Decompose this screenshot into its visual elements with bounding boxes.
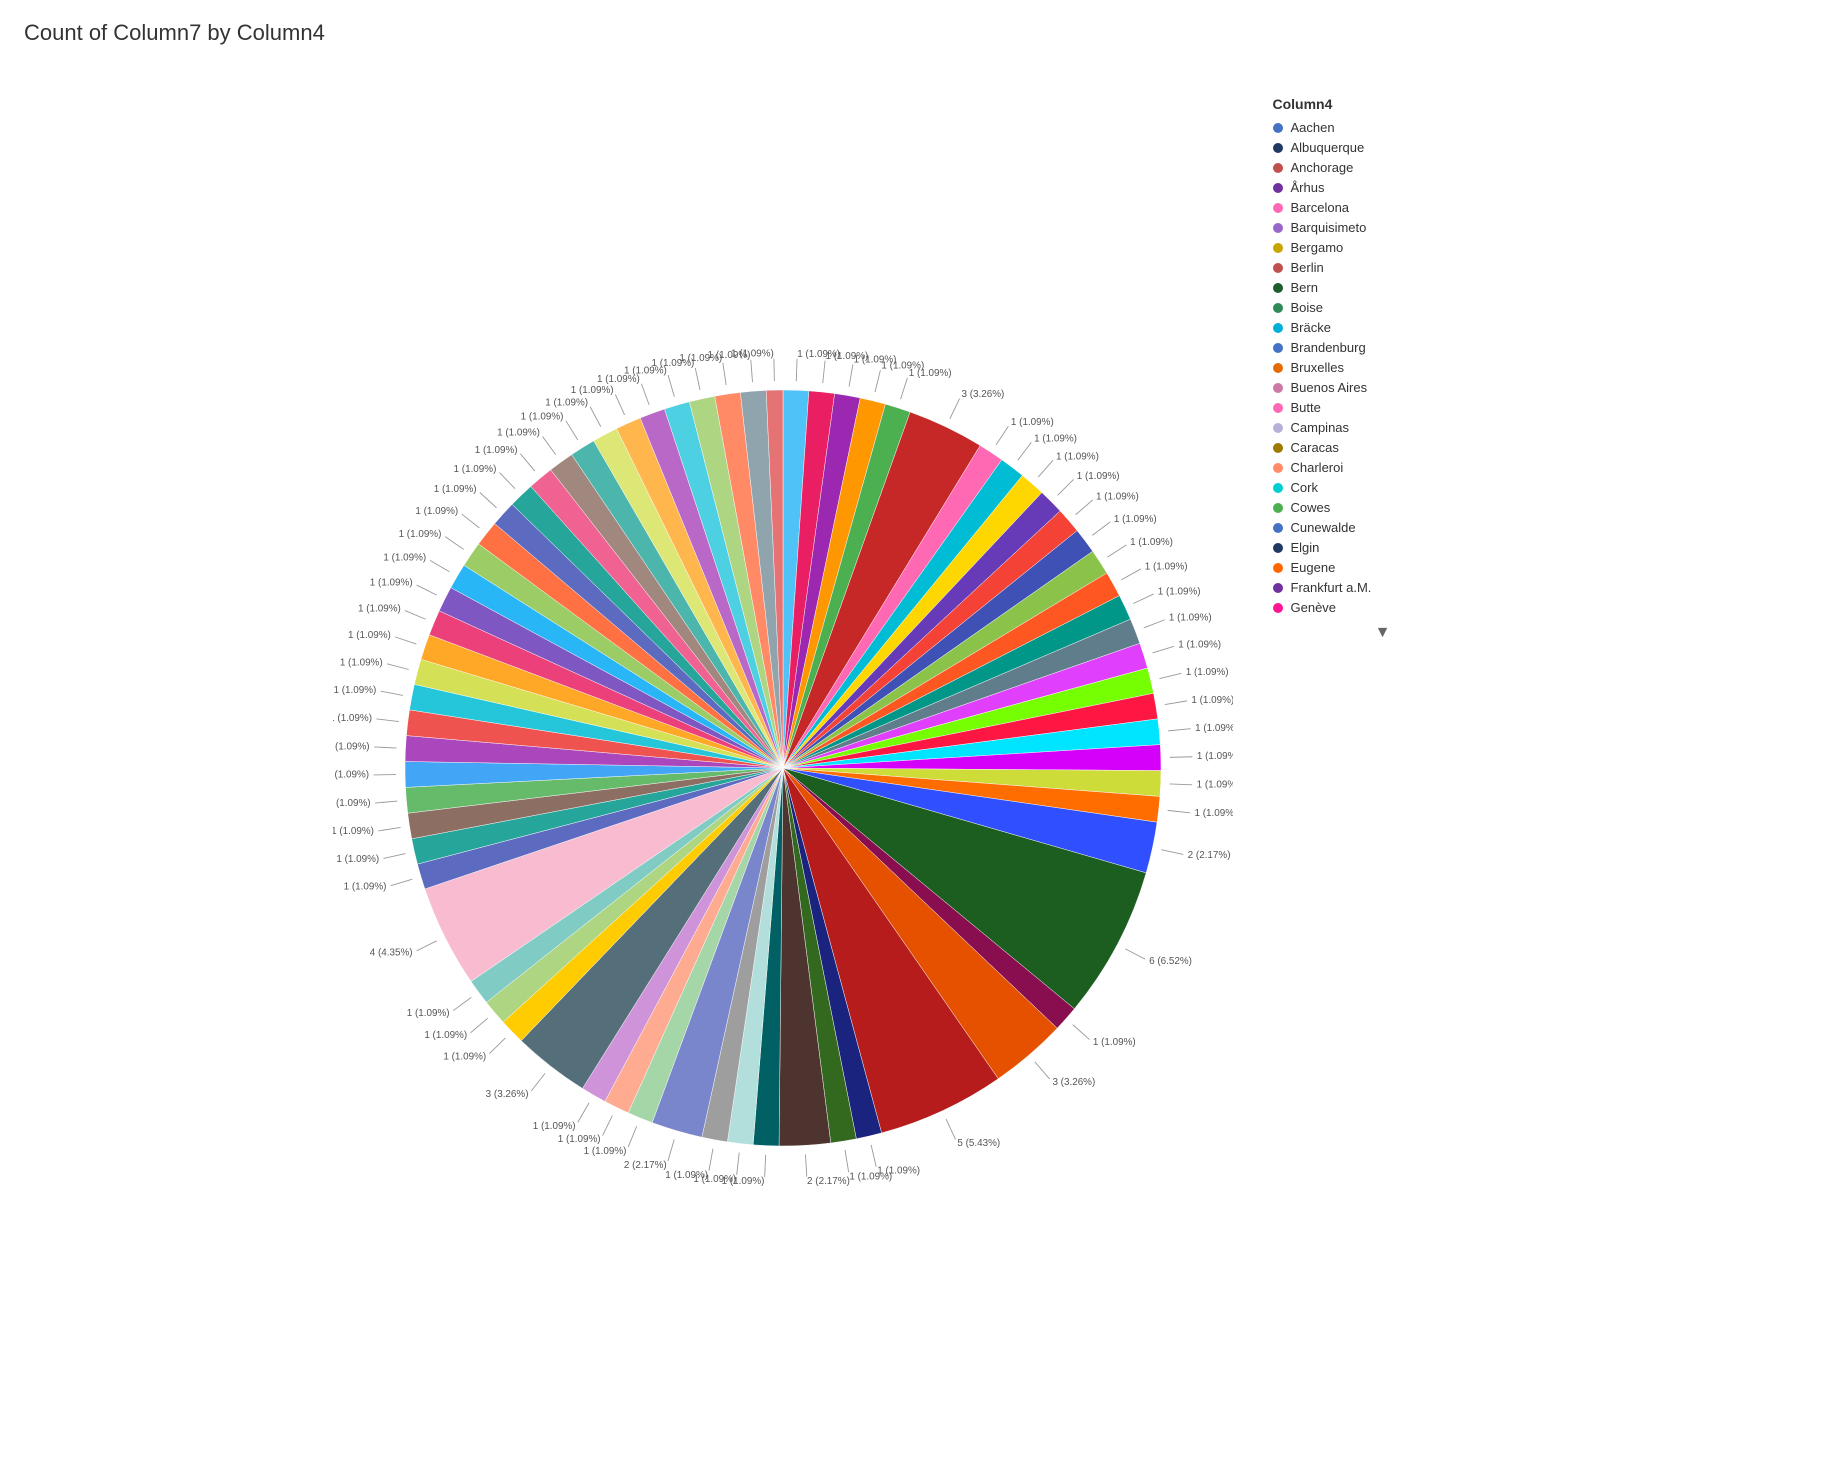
svg-text:1 (1.09%): 1 (1.09%): [908, 368, 951, 379]
svg-text:1 (1.09%): 1 (1.09%): [1096, 492, 1139, 503]
legend-item: Cowes: [1273, 500, 1493, 515]
svg-text:1 (1.09%): 1 (1.09%): [1034, 433, 1077, 444]
legend-item: Cunewalde: [1273, 520, 1493, 535]
svg-text:1 (1.09%): 1 (1.09%): [443, 1051, 486, 1062]
svg-text:1 (1.09%): 1 (1.09%): [333, 741, 370, 752]
legend-item: Aachen: [1273, 120, 1493, 135]
legend-item: Genève: [1273, 600, 1493, 615]
svg-text:1 (1.09%): 1 (1.09%): [333, 826, 374, 837]
svg-text:1 (1.09%): 1 (1.09%): [545, 397, 588, 408]
svg-text:1 (1.09%): 1 (1.09%): [383, 553, 426, 564]
legend-item: Caracas: [1273, 440, 1493, 455]
svg-text:1 (1.09%): 1 (1.09%): [557, 1134, 600, 1145]
svg-text:1 (1.09%): 1 (1.09%): [1056, 451, 1099, 462]
legend-item: Boise: [1273, 300, 1493, 315]
svg-text:1 (1.09%): 1 (1.09%): [339, 657, 382, 668]
legend-item: Charleroi: [1273, 460, 1493, 475]
svg-text:1 (1.09%): 1 (1.09%): [415, 506, 458, 517]
svg-text:1 (1.09%): 1 (1.09%): [1185, 667, 1228, 678]
legend-item: Bergamo: [1273, 240, 1493, 255]
svg-text:1 (1.09%): 1 (1.09%): [333, 685, 376, 696]
svg-text:2 (2.17%): 2 (2.17%): [807, 1176, 850, 1187]
svg-text:1 (1.09%): 1 (1.09%): [1113, 514, 1156, 525]
legend-title: Column4: [1273, 96, 1493, 112]
svg-text:1 (1.09%): 1 (1.09%): [347, 630, 390, 641]
legend-item: Elgin: [1273, 540, 1493, 555]
svg-text:1 (1.09%): 1 (1.09%): [398, 529, 441, 540]
legend-item: Bräcke: [1273, 320, 1493, 335]
svg-text:1 (1.09%): 1 (1.09%): [343, 882, 386, 893]
svg-text:1 (1.09%): 1 (1.09%): [532, 1121, 575, 1132]
svg-text:1 (1.09%): 1 (1.09%): [1092, 1037, 1135, 1048]
svg-text:1 (1.09%): 1 (1.09%): [333, 798, 371, 809]
svg-text:5 (5.43%): 5 (5.43%): [957, 1138, 1000, 1149]
svg-text:1 (1.09%): 1 (1.09%): [1010, 417, 1053, 428]
svg-text:1 (1.09%): 1 (1.09%): [1196, 751, 1232, 762]
legend-item: Anchorage: [1273, 160, 1493, 175]
legend-item: Albuquerque: [1273, 140, 1493, 155]
legend-item: Frankfurt a.M.: [1273, 580, 1493, 595]
legend-item: Brandenburg: [1273, 340, 1493, 355]
pie-chart: 1 (1.09%) 1 (1.09%) 1 (1.09%) 1 (1.09%) 1 (1…: [333, 318, 1233, 1218]
svg-text:1 (1.09%): 1 (1.09%): [1076, 471, 1119, 482]
svg-text:1 (1.09%): 1 (1.09%): [1157, 587, 1200, 598]
svg-text:1 (1.09%): 1 (1.09%): [497, 427, 540, 438]
svg-text:1 (1.09%): 1 (1.09%): [424, 1030, 467, 1041]
svg-text:2 (2.17%): 2 (2.17%): [1187, 850, 1230, 861]
svg-text:1 (1.09%): 1 (1.09%): [333, 770, 369, 781]
svg-text:1 (1.09%): 1 (1.09%): [474, 445, 517, 456]
legend-item: Bruxelles: [1273, 360, 1493, 375]
svg-text:1 (1.09%): 1 (1.09%): [583, 1146, 626, 1157]
svg-text:1 (1.09%): 1 (1.09%): [1191, 695, 1233, 706]
legend-item: Berlin: [1273, 260, 1493, 275]
svg-text:1 (1.09%): 1 (1.09%): [1195, 723, 1233, 734]
legend: Column4 Aachen Albuquerque Anchorage Århus B…: [1273, 96, 1493, 642]
svg-text:1 (1.09%): 1 (1.09%): [1144, 561, 1187, 572]
svg-text:1 (1.09%): 1 (1.09%): [1194, 808, 1232, 819]
svg-text:3 (3.26%): 3 (3.26%): [485, 1089, 528, 1100]
svg-text:1 (1.09%): 1 (1.09%): [1130, 537, 1173, 548]
legend-item: Bern: [1273, 280, 1493, 295]
svg-text:1 (1.09%): 1 (1.09%): [1178, 640, 1221, 651]
legend-item: Butte: [1273, 400, 1493, 415]
svg-text:1 (1.09%): 1 (1.09%): [406, 1008, 449, 1019]
svg-text:3 (3.26%): 3 (3.26%): [961, 389, 1004, 400]
legend-item: Barcelona: [1273, 200, 1493, 215]
legend-item: Cork: [1273, 480, 1493, 495]
svg-text:1 (1.09%): 1 (1.09%): [369, 578, 412, 589]
legend-item: Eugene: [1273, 560, 1493, 575]
svg-text:6 (6.52%): 6 (6.52%): [1149, 956, 1192, 967]
legend-item: Buenos Aires: [1273, 380, 1493, 395]
chart-title: Count of Column7 by Column4: [0, 0, 1825, 56]
svg-text:1 (1.09%): 1 (1.09%): [520, 412, 563, 423]
svg-text:1 (1.09%): 1 (1.09%): [453, 464, 496, 475]
svg-text:1 (1.09%): 1 (1.09%): [570, 385, 613, 396]
legend-item: Campinas: [1273, 420, 1493, 435]
scroll-down-arrow[interactable]: ▼: [1273, 624, 1493, 642]
svg-text:1 (1.09%): 1 (1.09%): [336, 854, 379, 865]
svg-text:3 (3.26%): 3 (3.26%): [1052, 1077, 1095, 1088]
svg-text:2 (2.17%): 2 (2.17%): [623, 1160, 666, 1171]
svg-text:1 (1.09%): 1 (1.09%): [333, 713, 372, 724]
legend-item: Århus: [1273, 180, 1493, 195]
svg-text:1 (1.09%): 1 (1.09%): [665, 1170, 708, 1181]
svg-text:1 (1.09%): 1 (1.09%): [433, 484, 476, 495]
svg-text:1 (1.09%): 1 (1.09%): [730, 349, 773, 360]
svg-text:1 (1.09%): 1 (1.09%): [357, 603, 400, 614]
svg-text:4 (4.35%): 4 (4.35%): [369, 947, 412, 958]
svg-text:1 (1.09%): 1 (1.09%): [1196, 780, 1232, 791]
svg-text:1 (1.09%): 1 (1.09%): [849, 1171, 892, 1182]
legend-item: Barquisimeto: [1273, 220, 1493, 235]
legend-items[interactable]: Aachen Albuquerque Anchorage Århus Barcelona…: [1273, 120, 1493, 620]
svg-text:1 (1.09%): 1 (1.09%): [1168, 613, 1211, 624]
